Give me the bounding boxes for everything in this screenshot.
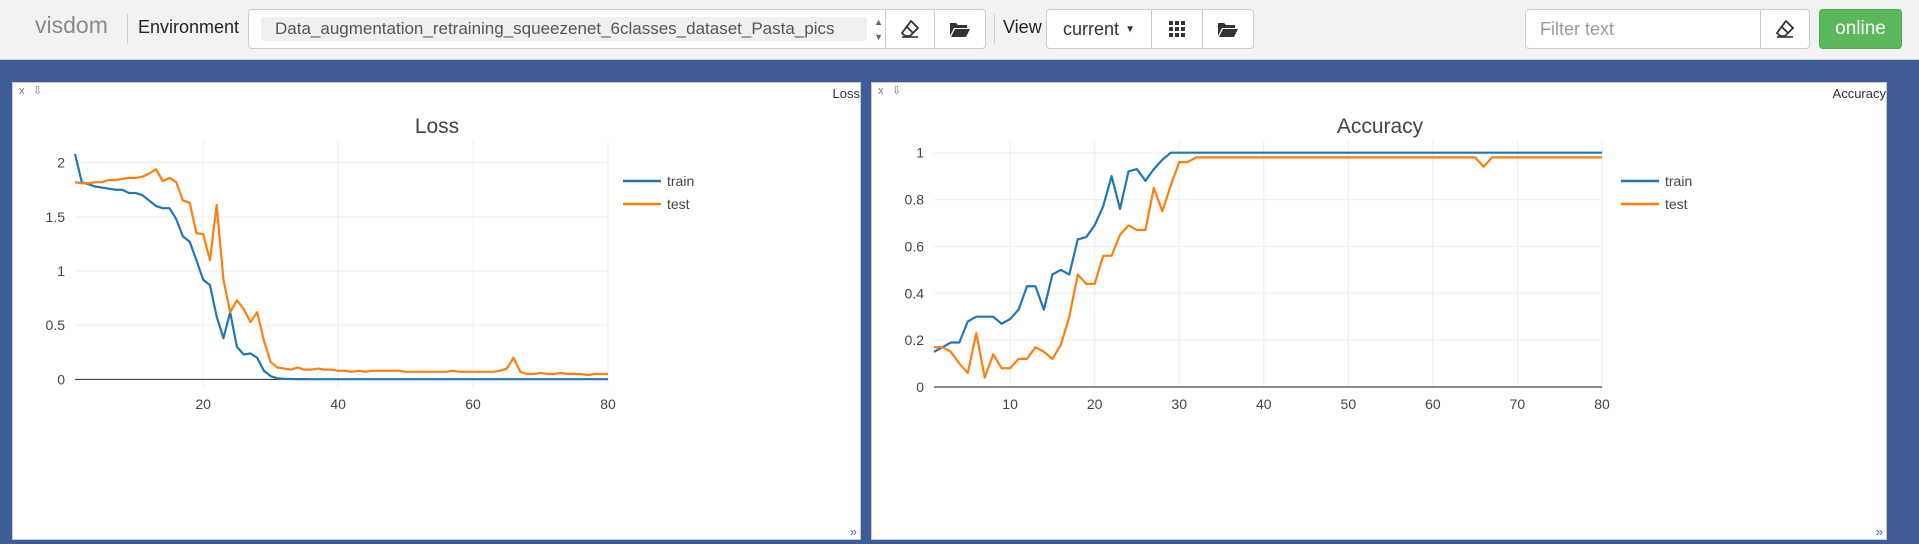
- resize-icon[interactable]: »: [850, 524, 857, 539]
- scroll-down-icon[interactable]: ▼: [874, 32, 883, 42]
- online-status-button[interactable]: online: [1819, 9, 1902, 49]
- accuracy-chart: 0 0.2 0.4 0.6 0.8 1 10 20 30 40 50 60 70 80 Accuracy…: [905, 115, 1693, 412]
- y-tick-label: 0.5: [46, 317, 66, 333]
- legend-label-test[interactable]: test: [667, 196, 690, 212]
- environment-select[interactable]: Data_augmentation_retraining_squeezenet_…: [248, 9, 886, 49]
- x-tick-label: 20: [1087, 396, 1103, 412]
- clear-environment-button[interactable]: [885, 9, 935, 49]
- view-label: View: [1003, 17, 1042, 37]
- y-tick-label: 0.6: [905, 238, 925, 254]
- x-tick-label: 60: [1425, 396, 1441, 412]
- legend-label-train[interactable]: train: [667, 173, 694, 189]
- clear-filter-button[interactable]: [1760, 9, 1810, 49]
- caret-down-icon: ▼: [1125, 23, 1135, 35]
- pane-accuracy[interactable]: x ⇩ Accuracy 0 0.2 0.4 0.6 0.8 1 10 20 30 40 50 60…: [871, 82, 1887, 540]
- y-tick-label: 1.5: [46, 209, 66, 225]
- brand-logo[interactable]: visdom: [35, 12, 108, 39]
- x-tick-label: 50: [1341, 396, 1357, 412]
- x-tick-label: 40: [330, 396, 346, 412]
- environment-label: Environment: [138, 17, 240, 37]
- environment-value: Data_augmentation_retraining_squeezenet_…: [261, 17, 867, 41]
- y-tick-label: 2: [57, 155, 65, 171]
- series-line-test[interactable]: [934, 156, 1602, 379]
- manage-environments-button[interactable]: [934, 9, 986, 49]
- x-tick-label: 80: [600, 396, 616, 412]
- resize-icon[interactable]: »: [1876, 524, 1883, 539]
- chart-title: Loss: [415, 115, 459, 138]
- x-tick-label: 20: [195, 396, 211, 412]
- filter-text-input[interactable]: [1525, 9, 1761, 49]
- navbar-divider: [994, 14, 995, 44]
- manage-views-button[interactable]: [1202, 9, 1254, 49]
- y-tick-label: 0: [57, 371, 65, 387]
- grid-icon: [1169, 21, 1185, 37]
- y-tick-label: 1: [57, 263, 65, 279]
- series-line-test[interactable]: [74, 168, 608, 377]
- legend-label-train[interactable]: train: [1665, 173, 1692, 189]
- y-tick-label: 0.2: [905, 332, 925, 348]
- folder-open-icon: [950, 23, 970, 37]
- scroll-up-icon[interactable]: ▲: [874, 17, 883, 27]
- x-tick-label: 30: [1171, 396, 1187, 412]
- navbar-divider: [127, 14, 128, 44]
- eraser-icon: [1775, 19, 1795, 38]
- x-tick-label: 40: [1256, 396, 1272, 412]
- loss-chart: 0 0.5 1 1.5 2 20 40 60 80 Loss train test: [46, 115, 695, 412]
- legend-label-test[interactable]: test: [1665, 196, 1688, 212]
- view-value: current: [1063, 18, 1120, 39]
- folder-open-icon: [1218, 23, 1238, 37]
- series-line-train[interactable]: [73, 153, 608, 381]
- y-tick-label: 0: [916, 379, 924, 395]
- view-select[interactable]: current ▼: [1046, 9, 1152, 49]
- series-line-train[interactable]: [933, 151, 1602, 353]
- y-tick-label: 0.8: [905, 192, 925, 208]
- chart-title: Accuracy: [1337, 115, 1424, 138]
- eraser-icon: [900, 19, 920, 38]
- y-tick-label: 0.4: [905, 285, 925, 301]
- x-tick-label: 70: [1510, 396, 1526, 412]
- top-navbar: visdom Environment Data_augmentation_ret…: [0, 0, 1919, 60]
- x-tick-label: 60: [465, 396, 481, 412]
- x-tick-label: 10: [1002, 396, 1018, 412]
- pane-loss[interactable]: x ⇩ Loss 0 0.5 1 1.5 2 20 40 60 80 Loss train te…: [12, 82, 861, 540]
- x-tick-label: 80: [1594, 396, 1610, 412]
- y-tick-label: 1: [916, 145, 924, 161]
- repack-layout-button[interactable]: [1151, 9, 1203, 49]
